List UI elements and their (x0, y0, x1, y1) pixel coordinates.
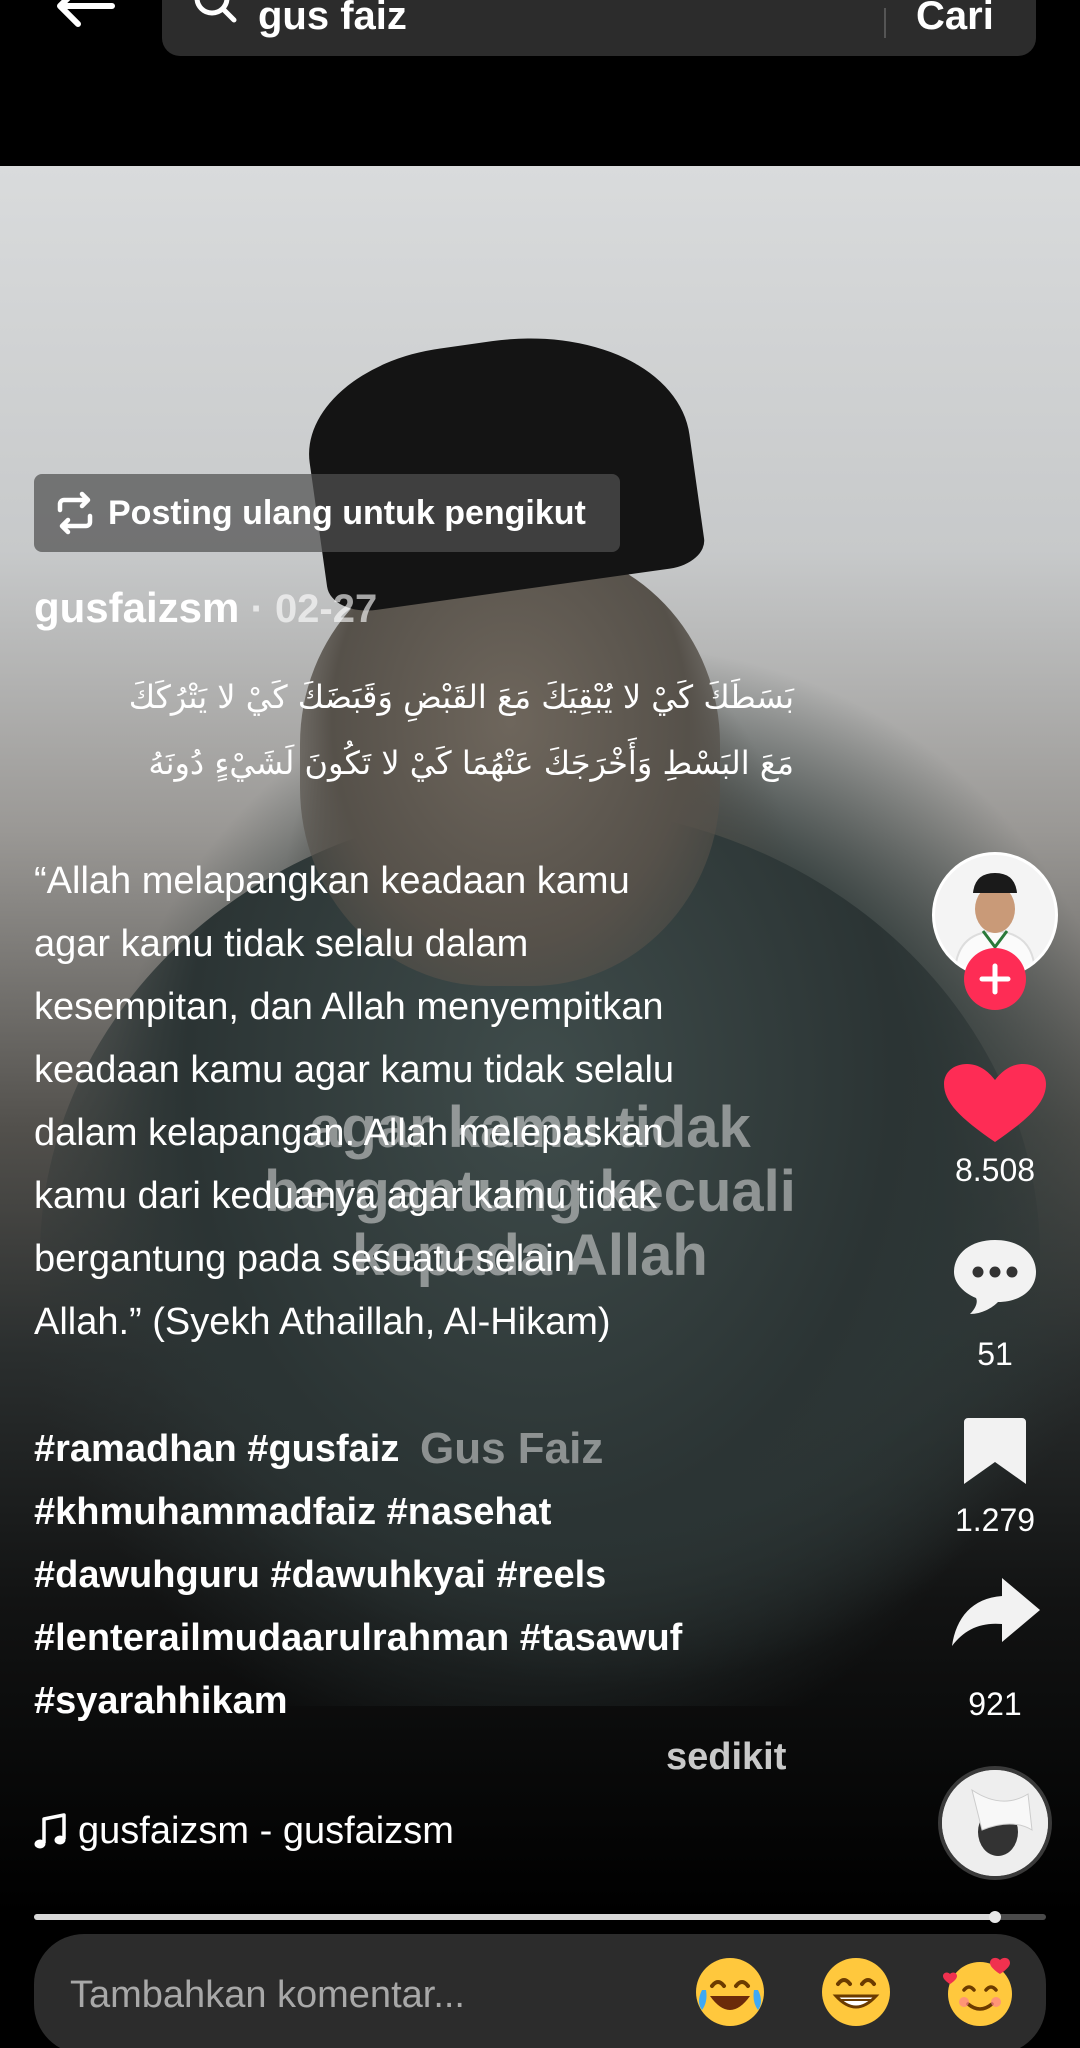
music-link[interactable]: gusfaizsm - gusfaizsm (34, 1810, 454, 1853)
comment-button[interactable] (940, 1236, 1050, 1321)
post-date: · 02-27 (239, 587, 378, 631)
quote-line: Allah.” (Syekh Athaillah, Al-Hikam) (34, 1301, 611, 1343)
share-arrow-icon (952, 1578, 1040, 1646)
search-input[interactable]: gus faiz (258, 0, 407, 36)
video-progress-bar[interactable] (34, 1911, 1046, 1923)
music-disc-image (942, 1770, 1048, 1876)
comment-count: 51 (977, 1336, 1013, 1372)
quote-line: agar kamu tidak selalu dalam (34, 923, 529, 965)
search-submit-button[interactable]: Cari (916, 0, 994, 36)
search-header: gus faiz Cari (0, 0, 1080, 166)
caption-quote: “Allah melapangkan keadaan kamu agar kam… (34, 850, 934, 1354)
comment-bubble-icon (954, 1240, 1036, 1314)
comment-bar: Tambahkan komentar... (34, 1934, 1046, 2048)
video-progress-fill (34, 1914, 996, 1920)
hashtag-line[interactable]: #dawuhguru #dawuhkyai #reels (34, 1544, 934, 1607)
bookmark-count: 1.279 (954, 1502, 1036, 1538)
repost-icon (57, 491, 93, 535)
heart-icon (944, 1064, 1046, 1142)
search-icon (194, 0, 237, 23)
repost-label: Posting ulang untuk pengikut (108, 494, 586, 532)
hashtag-line[interactable]: #syarahhikam (34, 1670, 934, 1733)
plus-icon (979, 963, 1011, 995)
author-username[interactable]: gusfaizsm (34, 584, 239, 631)
bookmark-button[interactable] (940, 1414, 1050, 1491)
music-disc[interactable] (938, 1766, 1052, 1880)
quote-line: dalam kelapangan. Allah melepaskan (34, 1112, 664, 1154)
hashtag-line[interactable]: #ramadhan #gusfaiz (34, 1418, 934, 1481)
arabic-line: بَسَطَكَ كَيْ لا يُبْقِيَكَ مَعَ القَبْض… (128, 678, 794, 716)
back-arrow-icon (57, 0, 115, 27)
follow-button[interactable] (964, 948, 1026, 1010)
emoji-beaming-face-icon[interactable] (818, 1954, 894, 2030)
quote-line: keadaan kamu agar kamu tidak selalu (34, 1049, 675, 1091)
quote-line: kamu dari keduanya agar kamu tidak (34, 1175, 658, 1217)
emoji-smiling-face-with-hearts-icon[interactable] (942, 1954, 1018, 2030)
like-count: 8.508 (954, 1152, 1036, 1188)
author-line: gusfaizsm · 02-27 (34, 584, 377, 633)
music-note-icon (34, 1812, 66, 1848)
share-count: 921 (968, 1686, 1022, 1722)
share-button[interactable] (940, 1572, 1050, 1657)
repost-chip[interactable]: Posting ulang untuk pengikut (34, 474, 620, 552)
back-button[interactable] (50, 0, 120, 40)
hashtag-line[interactable]: #lenterailmudaarulrahman #tasawuf (34, 1607, 934, 1670)
arabic-line: مَعَ البَسْطِ وَأَخْرَجَكَ عَنْهُمَا كَي… (148, 744, 794, 782)
search-box[interactable]: gus faiz Cari (162, 0, 1036, 56)
search-divider (884, 8, 886, 38)
video-subject-peci (296, 315, 708, 617)
arabic-text: بَسَطَكَ كَيْ لا يُبْقِيَكَ مَعَ القَبْض… (34, 664, 794, 796)
show-less-button[interactable]: sedikit (666, 1736, 786, 1779)
hashtag-line[interactable]: #khmuhammadfaiz #nasehat (34, 1481, 934, 1544)
music-title: gusfaizsm - gusfaizsm (78, 1810, 454, 1852)
emoji-face-with-tears-of-joy-icon[interactable] (692, 1954, 768, 2030)
quote-line: kesempitan, dan Allah menyempitkan (34, 986, 664, 1028)
bookmark-icon (964, 1418, 1026, 1484)
video-progress-knob[interactable] (989, 1911, 1002, 1923)
quote-line: “Allah melapangkan keadaan kamu (34, 860, 630, 902)
like-button[interactable] (940, 1062, 1050, 1151)
hashtags: #ramadhan #gusfaiz #khmuhammadfaiz #nase… (34, 1418, 934, 1733)
comment-input[interactable]: Tambahkan komentar... (70, 1974, 465, 2017)
quote-line: bergantung pada sesuatu selain (34, 1238, 575, 1280)
